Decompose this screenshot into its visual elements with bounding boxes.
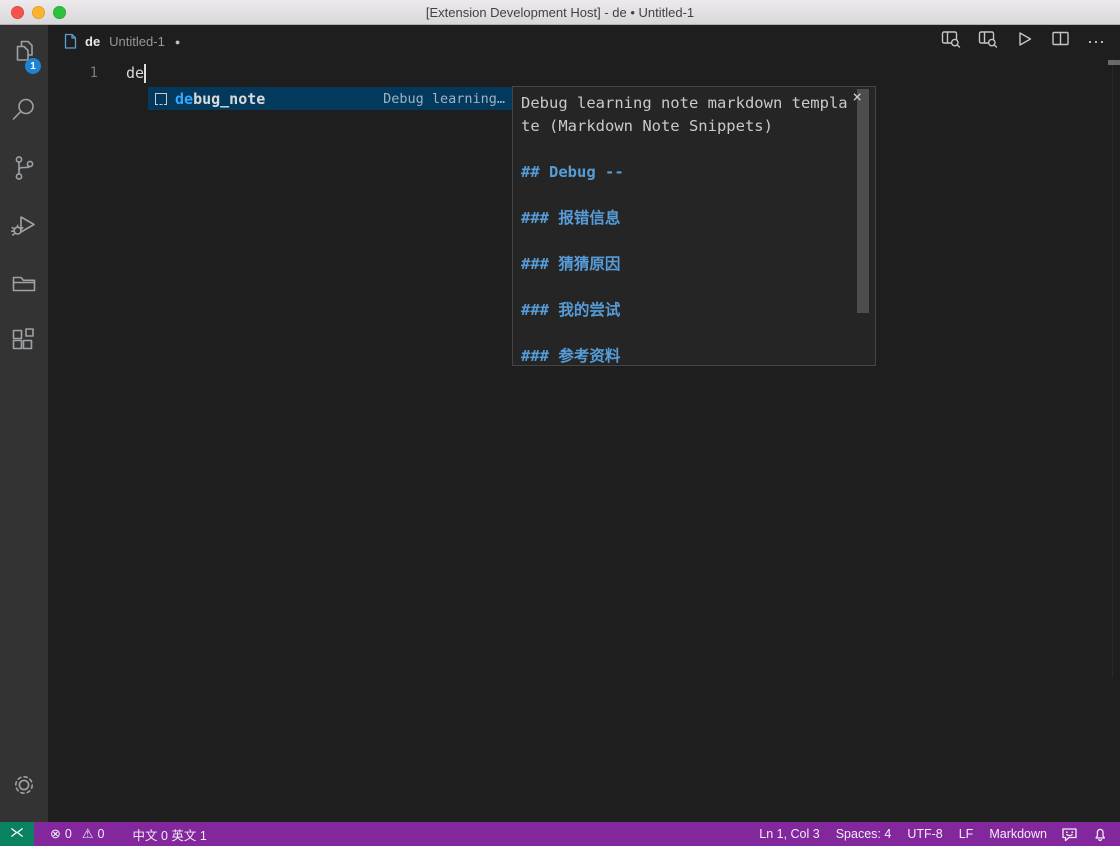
- code-line-1[interactable]: 1 de: [48, 61, 1120, 85]
- close-icon[interactable]: ×: [852, 89, 862, 105]
- vscode-window: [Extension Development Host] - de • Unti…: [0, 0, 1120, 846]
- window-title: [Extension Development Host] - de • Unti…: [426, 5, 694, 20]
- docs-md-header-3: ### 猜猜原因: [521, 253, 851, 276]
- sidebar-item-run-debug[interactable]: [0, 199, 48, 257]
- problems-status[interactable]: ⊗ 0 ⚠ 0: [42, 822, 112, 846]
- errors-count: 0: [65, 827, 72, 841]
- warnings-icon: ⚠: [82, 826, 94, 842]
- search-icon: [9, 95, 39, 130]
- suggestion-docs-panel: Debug learning note markdown template (M…: [512, 86, 876, 366]
- line-text: de: [126, 64, 144, 82]
- suggestion-item-debug-note[interactable]: debug_note Debug learning…: [148, 87, 512, 110]
- docs-scrollbar[interactable]: [857, 89, 869, 313]
- zoom-window-button[interactable]: [53, 6, 66, 19]
- minimize-window-button[interactable]: [32, 6, 45, 19]
- run-debug-icon: [9, 211, 39, 246]
- suggestion-rest-text: bug_note: [193, 90, 265, 108]
- eol-status[interactable]: LF: [951, 822, 982, 846]
- remote-icon: [8, 825, 26, 843]
- indentation-status[interactable]: Spaces: 4: [828, 822, 900, 846]
- open-preview-icon[interactable]: [941, 30, 961, 53]
- notifications-bell-icon[interactable]: [1084, 822, 1116, 846]
- editor-actions: ⋯: [941, 30, 1120, 53]
- split-editor-icon[interactable]: [1051, 30, 1070, 53]
- encoding-status[interactable]: UTF-8: [899, 822, 950, 846]
- suggestion-label: debug_note: [175, 90, 265, 108]
- open-preview-side-icon[interactable]: [978, 30, 998, 53]
- docs-md-header-4: ### 我的尝试: [521, 299, 851, 322]
- settings-gear-icon[interactable]: [0, 756, 48, 814]
- line-number: 1: [48, 65, 98, 81]
- suggestion-match-text: de: [175, 90, 193, 108]
- folder-icon: [9, 269, 39, 304]
- close-window-button[interactable]: [11, 6, 24, 19]
- sidebar-item-search[interactable]: [0, 83, 48, 141]
- sidebar-item-extensions[interactable]: [0, 315, 48, 373]
- modified-dot-icon: ●: [175, 37, 180, 47]
- editor-file-description: Untitled-1: [109, 34, 165, 49]
- docs-md-header-5: ### 参考资料: [521, 345, 851, 366]
- cursor-position-status[interactable]: Ln 1, Col 3: [751, 822, 827, 846]
- titlebar: [Extension Development Host] - de • Unti…: [0, 0, 1120, 25]
- language-mode-status[interactable]: Markdown: [981, 822, 1055, 846]
- explorer-badge: 1: [25, 58, 41, 74]
- window-controls: [11, 6, 66, 19]
- extensions-icon: [9, 327, 39, 362]
- suggestion-detail: Debug learning…: [383, 91, 505, 107]
- activity-bar: 1: [0, 25, 48, 822]
- file-icon: [62, 33, 78, 50]
- run-icon[interactable]: [1015, 30, 1034, 53]
- errors-icon: ⊗: [50, 826, 61, 842]
- status-bar-right: Ln 1, Col 3 Spaces: 4 UTF-8 LF Markdown: [751, 822, 1120, 846]
- docs-md-header-1: ## Debug --: [521, 161, 851, 184]
- more-actions-icon[interactable]: ⋯: [1087, 37, 1106, 47]
- editor-title-bar: de Untitled-1 ●: [48, 25, 1120, 58]
- status-bar: ⊗ 0 ⚠ 0 中文 0 英文 1 Ln 1, Col 3 Spaces: 4 …: [0, 822, 1120, 846]
- suggestion-docs-description: Debug learning note markdown template (M…: [521, 92, 851, 138]
- editor-scrollbar[interactable]: [1112, 58, 1113, 678]
- sidebar-item-explorer[interactable]: 1: [0, 25, 48, 83]
- source-control-branch-icon: [9, 153, 39, 188]
- word-count-status[interactable]: 中文 0 英文 1: [124, 822, 214, 846]
- editor-filename[interactable]: de: [85, 34, 100, 49]
- remote-indicator[interactable]: [0, 822, 34, 846]
- warnings-count: 0: [98, 827, 105, 841]
- overview-ruler-cursor-mark: [1108, 60, 1120, 65]
- snippet-icon: [155, 93, 167, 105]
- sidebar-item-folder-view[interactable]: [0, 257, 48, 315]
- text-cursor: [144, 64, 146, 83]
- feedback-icon[interactable]: [1055, 822, 1084, 846]
- docs-md-header-2: ### 报错信息: [521, 207, 851, 230]
- sidebar-item-source-control[interactable]: [0, 141, 48, 199]
